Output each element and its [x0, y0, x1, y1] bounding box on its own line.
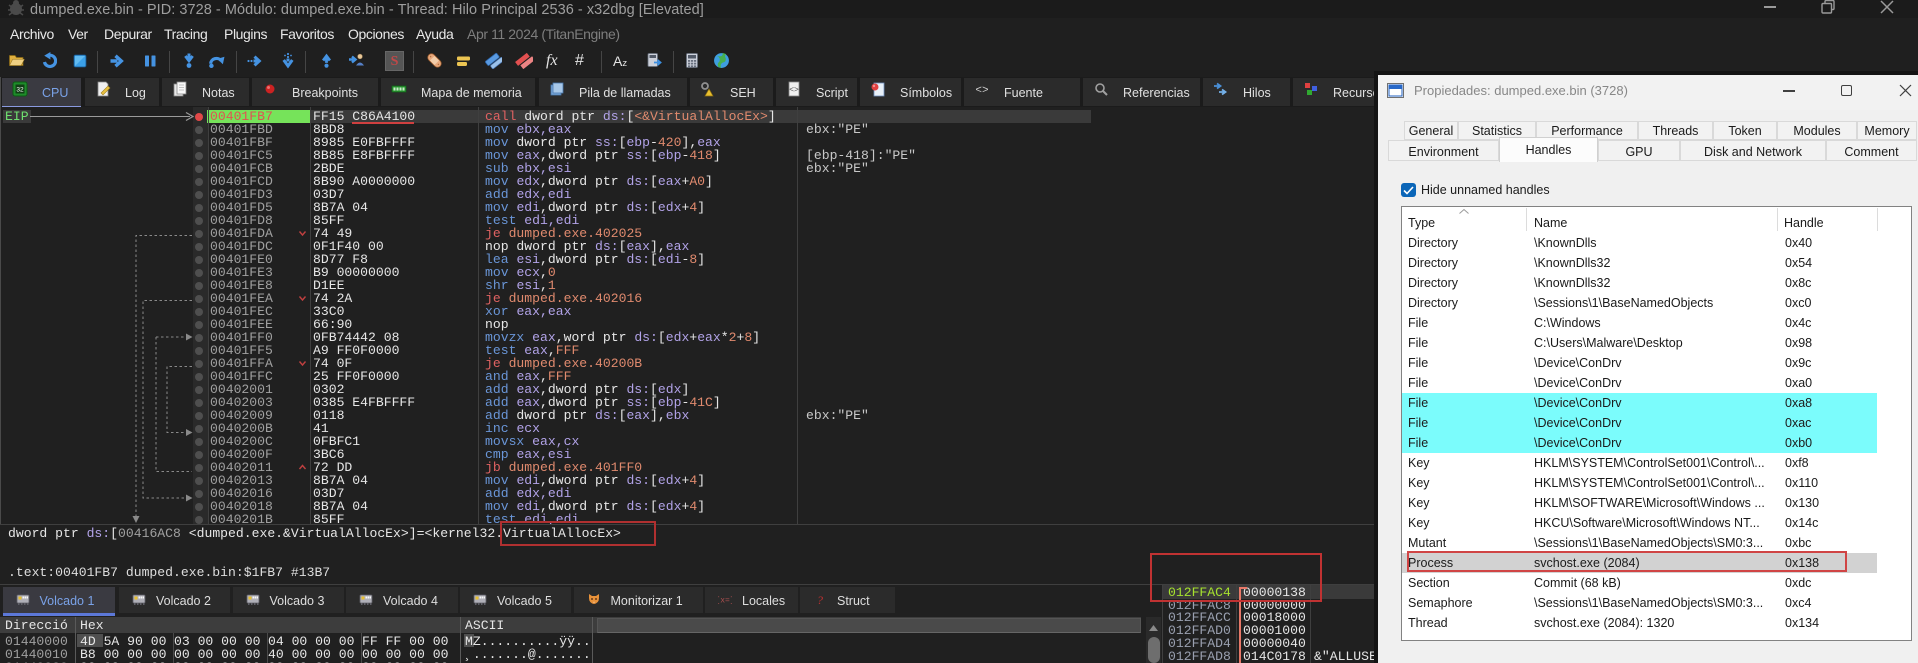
- svg-text:32: 32: [16, 87, 24, 94]
- svg-text:[x=]: [x=]: [718, 597, 732, 606]
- svg-text:?: ?: [817, 593, 823, 606]
- svg-text:<>: <>: [975, 85, 988, 97]
- svg-text:<>: <>: [789, 86, 799, 95]
